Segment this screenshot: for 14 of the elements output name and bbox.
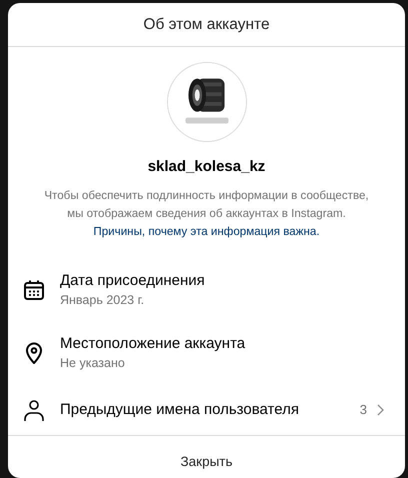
close-button[interactable]: Закрыть: [174, 450, 238, 474]
item-value: Январь 2023 г.: [60, 292, 146, 309]
info-link[interactable]: Причины, почему эта информация важна.: [93, 222, 320, 240]
count: 3: [360, 400, 367, 419]
item-title: Предыдущие имена пользователя: [60, 400, 299, 420]
item-title: Местоположение аккаунта: [60, 334, 246, 354]
description: Чтобы обеспечить подлинность информации в сообществе, мы отображаем сведения об аккаунтах в Instagram.: [43, 188, 370, 222]
username: sklad_kolesa_kz: [146, 157, 266, 177]
item-title: Дата присоединения: [60, 271, 205, 291]
item-value: Не указано: [60, 355, 126, 372]
user-icon: [22, 398, 46, 422]
dialog-title: Об этом аккаунте: [143, 14, 270, 35]
chevron-icon[interactable]: [375, 404, 385, 416]
calendar-icon: [22, 278, 46, 302]
